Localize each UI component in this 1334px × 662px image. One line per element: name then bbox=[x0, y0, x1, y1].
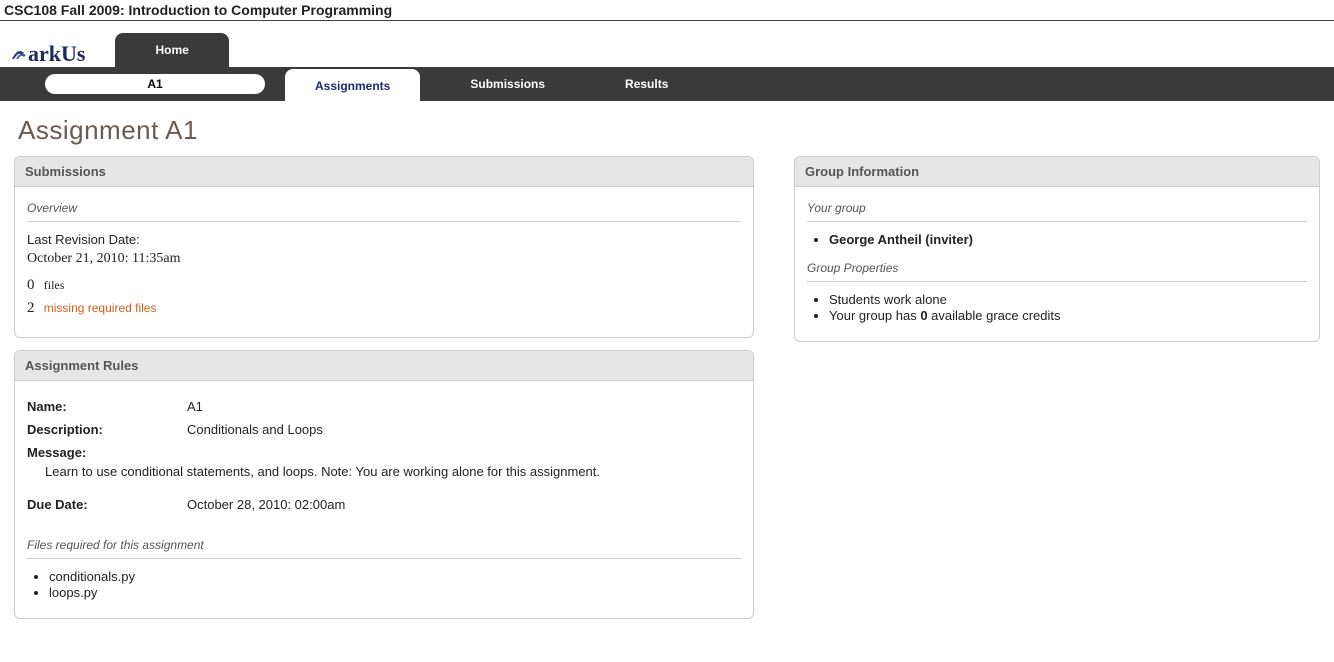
missing-files-link[interactable]: missing required files bbox=[44, 301, 157, 315]
group-props-list: Students work alone Your group has 0 ava… bbox=[829, 292, 1307, 323]
rules-panel-header: Assignment Rules bbox=[15, 351, 753, 381]
rule-msg-label: Message: bbox=[27, 445, 187, 460]
overview-label: Overview bbox=[27, 197, 741, 222]
rule-due-label: Due Date: bbox=[27, 497, 187, 512]
course-title: CSC108 Fall 2009: Introduction to Comput… bbox=[0, 0, 1334, 21]
home-tab[interactable]: Home bbox=[115, 33, 228, 67]
left-column: Submissions Overview Last Revision Date:… bbox=[14, 156, 754, 631]
nav-assignments[interactable]: Assignments bbox=[285, 69, 420, 102]
group-props-label: Group Properties bbox=[807, 257, 1307, 282]
rule-name-label: Name: bbox=[27, 399, 187, 414]
group-panel-header: Group Information bbox=[795, 157, 1319, 187]
nav-results[interactable]: Results bbox=[595, 69, 698, 99]
rule-name-value: A1 bbox=[187, 399, 741, 414]
content-area: Submissions Overview Last Revision Date:… bbox=[0, 156, 1334, 631]
grace-count: 0 bbox=[920, 308, 927, 323]
group-members-list: George Antheil (inviter) bbox=[829, 232, 1307, 247]
required-file: loops.py bbox=[49, 585, 741, 600]
rule-desc-value: Conditionals and Loops bbox=[187, 422, 741, 437]
submissions-panel-header: Submissions bbox=[15, 157, 753, 187]
files-word: files bbox=[44, 278, 65, 292]
required-files-list: conditionals.py loops.py bbox=[49, 569, 741, 600]
right-column: Group Information Your group George Anth… bbox=[794, 156, 1320, 354]
logo: arkUs bbox=[10, 41, 85, 67]
group-panel: Group Information Your group George Anth… bbox=[794, 156, 1320, 342]
grace-post: available grace credits bbox=[928, 308, 1061, 323]
your-group-label: Your group bbox=[807, 197, 1307, 222]
missing-count: 2 bbox=[27, 300, 35, 316]
missing-files-line: 2 missing required files bbox=[27, 300, 741, 317]
files-count: 0 bbox=[27, 277, 35, 293]
required-file: conditionals.py bbox=[49, 569, 741, 584]
assignment-pill[interactable]: A1 bbox=[45, 74, 265, 94]
nav-bar: A1 Assignments Submissions Results bbox=[0, 67, 1334, 101]
last-revision-value: October 21, 2010: 11:35am bbox=[27, 251, 741, 267]
rules-panel: Assignment Rules Name: A1 Description: C… bbox=[14, 350, 754, 619]
group-member: George Antheil (inviter) bbox=[829, 232, 1307, 247]
submissions-panel: Submissions Overview Last Revision Date:… bbox=[14, 156, 754, 338]
page-title: Assignment A1 bbox=[0, 101, 1334, 156]
logo-text: arkUs bbox=[28, 41, 85, 66]
last-revision-label: Last Revision Date: bbox=[27, 232, 741, 247]
rule-due-value: October 28, 2010: 02:00am bbox=[187, 497, 741, 512]
files-required-label: Files required for this assignment bbox=[27, 534, 741, 559]
rule-msg-value: Learn to use conditional statements, and… bbox=[27, 460, 667, 489]
nav-submissions[interactable]: Submissions bbox=[440, 69, 575, 99]
files-count-line: 0 files bbox=[27, 277, 741, 294]
group-prop: Your group has 0 available grace credits bbox=[829, 308, 1307, 323]
rule-desc-label: Description: bbox=[27, 422, 187, 437]
logo-swoosh-icon bbox=[10, 45, 30, 65]
header-bar: arkUs Home bbox=[0, 21, 1334, 67]
grace-pre: Your group has bbox=[829, 308, 920, 323]
group-prop: Students work alone bbox=[829, 292, 1307, 307]
